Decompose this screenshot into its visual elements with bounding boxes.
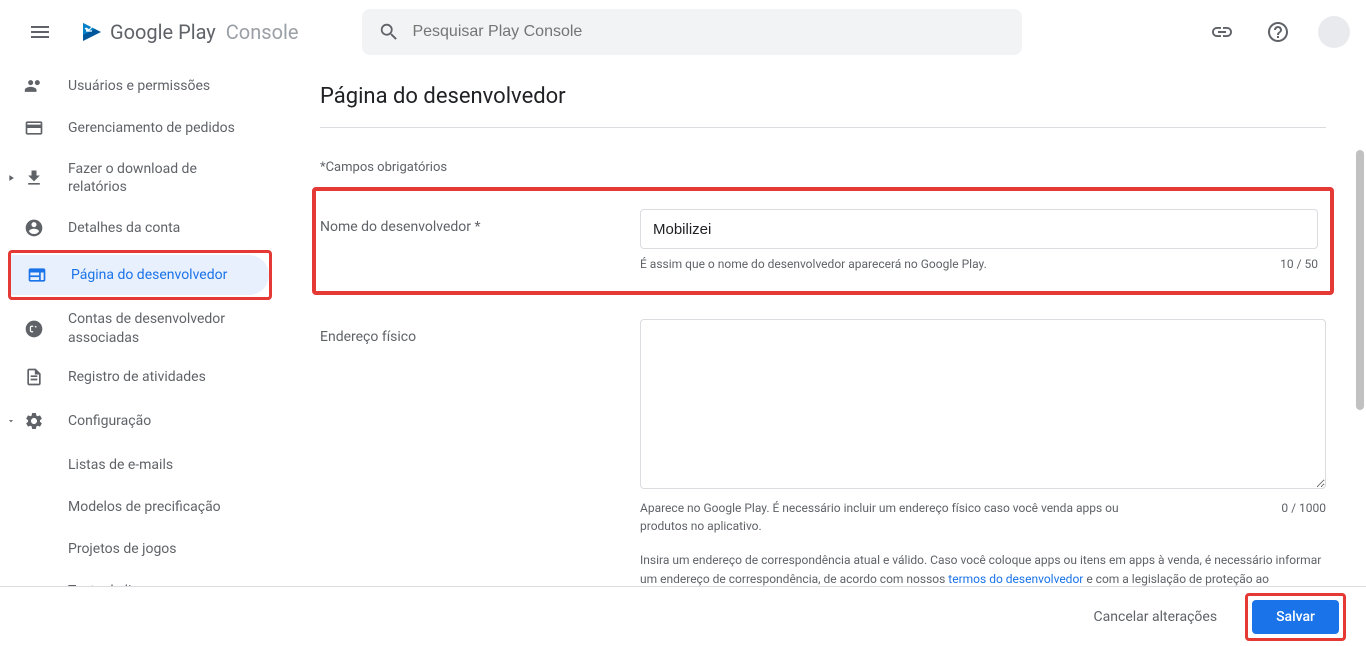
sidebar-item-account-details[interactable]: Detalhes da conta [8, 208, 272, 248]
developer-name-hint: É assim que o nome do desenvolvedor apar… [640, 255, 987, 273]
sidebar-item-activity-log[interactable]: Registro de atividades [8, 357, 272, 397]
avatar[interactable] [1318, 16, 1350, 48]
users-icon [24, 76, 44, 96]
sidebar-item-label: Configuração [68, 412, 151, 430]
sidebar-item-label: Modelos de precificação [68, 498, 221, 516]
menu-button[interactable] [16, 8, 64, 56]
logo-text-2: Console [226, 20, 299, 44]
gear-icon [24, 411, 44, 431]
play-console-icon [80, 20, 104, 44]
sidebar-item-label: Usuários e permissões [68, 77, 210, 95]
help-icon [1266, 20, 1290, 44]
sidebar-item-label: Detalhes da conta [68, 219, 180, 237]
sidebar-item-downloads[interactable]: Fazer o download de relatórios [8, 152, 272, 204]
sidebar-item-game-projects[interactable]: Projetos de jogos [8, 529, 272, 569]
link-icon [1210, 20, 1234, 44]
web-icon [27, 265, 47, 285]
link-circle-icon [24, 319, 44, 339]
sidebar-item-license-test[interactable]: Teste de licença [8, 571, 272, 586]
card-icon [24, 118, 44, 138]
main-content: Página do desenvolvedor *Campos obrigató… [280, 64, 1366, 586]
page-title: Página do desenvolvedor [320, 64, 1326, 128]
download-icon [24, 168, 44, 188]
sidebar-item-developer-page[interactable]: Página do desenvolvedor [11, 255, 269, 295]
developer-terms-link[interactable]: termos do desenvolvedor [948, 572, 1083, 586]
help-icon-button[interactable] [1258, 12, 1298, 52]
document-icon [24, 367, 44, 387]
expand-icon[interactable] [6, 173, 18, 183]
sidebar-item-label: Listas de e-mails [68, 456, 173, 474]
developer-name-counter: 10 / 50 [1280, 255, 1318, 273]
sidebar-item-label: Página do desenvolvedor [71, 266, 227, 284]
sidebar-item-label: Gerenciamento de pedidos [68, 119, 235, 137]
developer-name-label: Nome do desenvolvedor * [320, 209, 600, 235]
sidebar-item-associated-accounts[interactable]: Contas de desenvolvedor associadas [8, 302, 272, 354]
collapse-icon[interactable] [6, 416, 18, 426]
sidebar-item-pricing-templates[interactable]: Modelos de precificação [8, 487, 272, 527]
sidebar: Usuários e permissões Gerenciamento de p… [0, 64, 280, 586]
logo[interactable]: Google Play Console [80, 20, 298, 44]
save-button[interactable]: Salvar [1252, 600, 1339, 634]
sidebar-item-label: Registro de atividades [68, 368, 206, 386]
account-icon [24, 218, 44, 238]
cancel-button[interactable]: Cancelar alterações [1078, 601, 1234, 633]
link-icon-button[interactable] [1202, 12, 1242, 52]
logo-text-1: Google Play [110, 20, 216, 44]
address-description-1: Insira um endereço de correspondência at… [640, 551, 1326, 586]
address-hint: Aparece no Google Play. É necessário inc… [640, 499, 1140, 535]
sidebar-item-users[interactable]: Usuários e permissões [8, 66, 272, 106]
sidebar-item-email-lists[interactable]: Listas de e-mails [8, 445, 272, 485]
search-box[interactable] [362, 9, 1022, 55]
scrollbar-thumb[interactable] [1356, 150, 1364, 410]
sidebar-item-label: Projetos de jogos [68, 540, 177, 558]
hamburger-icon [28, 20, 52, 44]
sidebar-item-orders[interactable]: Gerenciamento de pedidos [8, 108, 272, 148]
sidebar-item-config[interactable]: Configuração [8, 401, 272, 441]
address-label: Endereço físico [320, 319, 600, 345]
address-row: Endereço físico Aparece no Google Play. … [320, 319, 1326, 586]
search-icon [378, 21, 400, 43]
address-counter: 0 / 1000 [1281, 499, 1326, 535]
sidebar-item-label: Fazer o download de relatórios [68, 160, 256, 196]
required-fields-note: *Campos obrigatórios [320, 160, 1326, 175]
sidebar-item-label: Contas de desenvolvedor associadas [68, 310, 256, 346]
footer-bar: Cancelar alterações Salvar [0, 586, 1366, 646]
search-input[interactable] [412, 23, 1006, 41]
developer-name-row: Nome do desenvolvedor * É assim que o no… [312, 187, 1334, 295]
developer-name-input[interactable] [640, 209, 1318, 249]
address-input[interactable] [640, 319, 1326, 489]
